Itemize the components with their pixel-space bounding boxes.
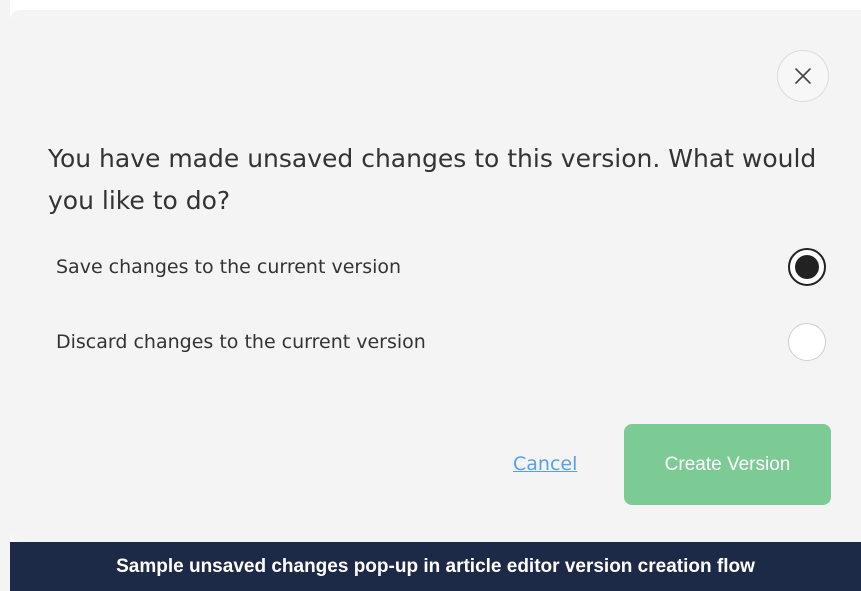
close-icon bbox=[794, 67, 812, 85]
option-save-label: Save changes to the current version bbox=[56, 256, 402, 278]
cancel-link[interactable]: Cancel bbox=[513, 453, 577, 475]
screenshot-stage: You have made unsaved changes to this ve… bbox=[0, 0, 861, 591]
radio-selected-dot bbox=[795, 255, 819, 279]
close-button[interactable] bbox=[777, 50, 829, 102]
caption-banner: Sample unsaved changes pop-up in article… bbox=[10, 542, 861, 591]
option-discard-changes[interactable]: Discard changes to the current version bbox=[56, 320, 826, 364]
option-save-changes[interactable]: Save changes to the current version bbox=[56, 245, 826, 289]
unsaved-changes-dialog: You have made unsaved changes to this ve… bbox=[10, 10, 861, 542]
dialog-question: You have made unsaved changes to this ve… bbox=[48, 144, 817, 215]
discard-radio-button[interactable] bbox=[788, 323, 826, 361]
background-strip bbox=[0, 0, 10, 591]
create-version-button[interactable]: Create Version bbox=[624, 424, 831, 505]
option-discard-label: Discard changes to the current version bbox=[56, 331, 426, 353]
caption-text: Sample unsaved changes pop-up in article… bbox=[116, 555, 755, 577]
save-radio-button[interactable] bbox=[788, 248, 826, 286]
